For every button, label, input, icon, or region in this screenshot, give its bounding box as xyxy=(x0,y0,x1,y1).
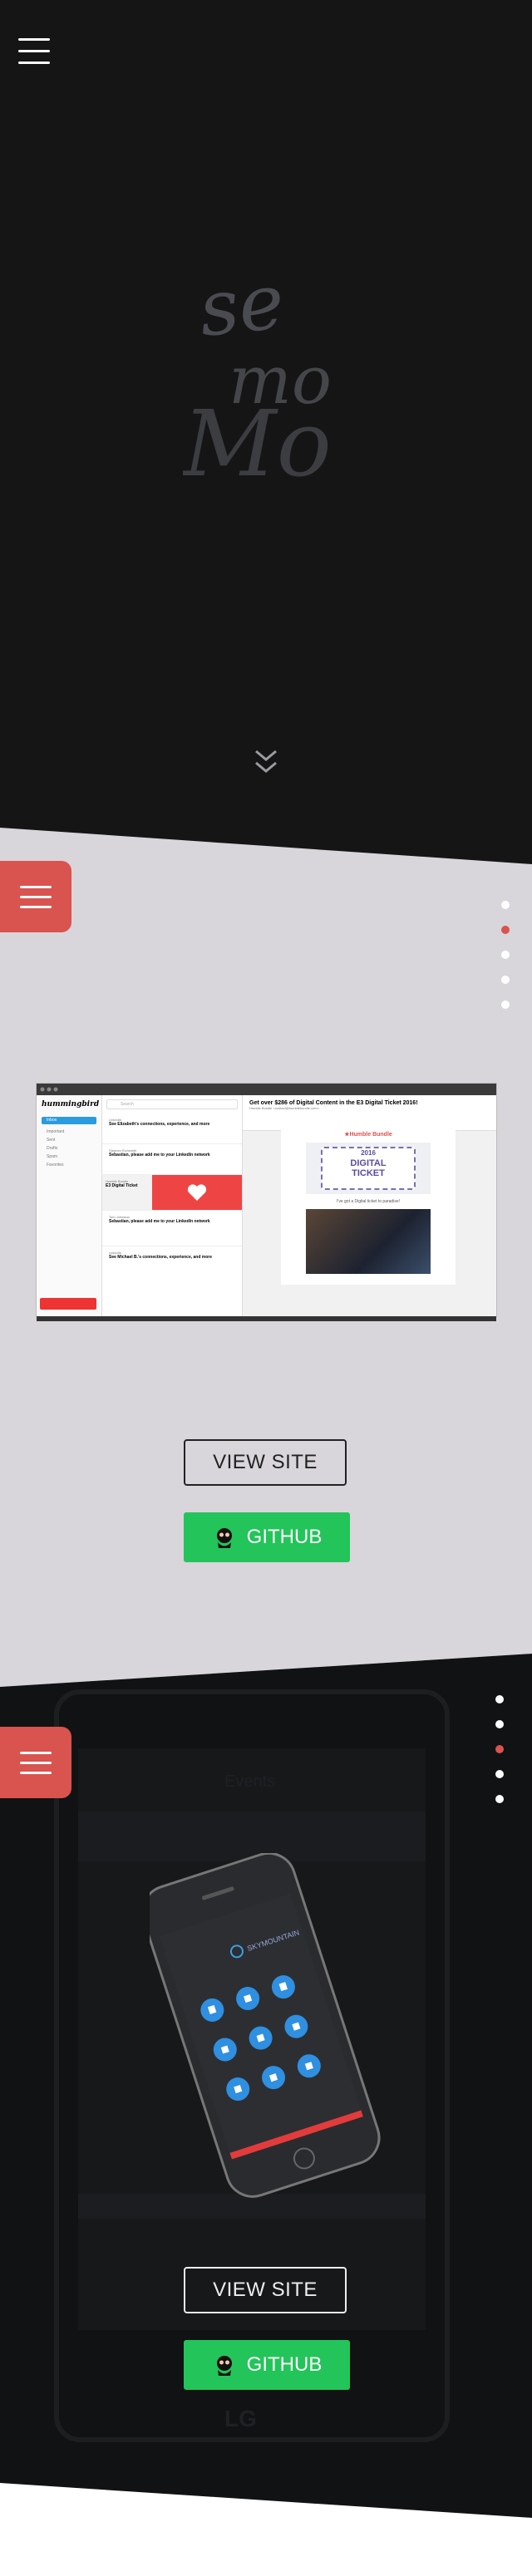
list-item[interactable]: LinkedIn See Elizabeth's connections, ex… xyxy=(102,1113,242,1144)
folder-spam[interactable]: Spam xyxy=(37,1153,101,1161)
folder-drafts[interactable]: Drafts xyxy=(37,1144,101,1153)
nav-dot-active[interactable] xyxy=(495,1745,504,1753)
list-item[interactable]: Stephen Eichsmith Sebastian, please add … xyxy=(102,1144,242,1175)
folder-sent[interactable]: Sent xyxy=(37,1136,101,1144)
favorite-swipe[interactable] xyxy=(152,1175,242,1210)
list-item-selected[interactable]: Humble Bundle E3 Digital Ticket xyxy=(102,1175,242,1211)
compose-button[interactable] xyxy=(40,1298,96,1310)
nav-dot[interactable] xyxy=(501,976,510,984)
folder-important[interactable]: Important xyxy=(37,1128,101,1136)
octocat-icon xyxy=(212,1525,237,1550)
github-button[interactable]: GITHUB xyxy=(184,2340,350,2390)
octocat-icon xyxy=(212,2352,237,2377)
folder-favorites[interactable]: Favorites xyxy=(37,1161,101,1169)
section-nav-dots xyxy=(501,901,511,1025)
view-site-button[interactable]: VIEW SITE xyxy=(184,1439,347,1486)
nav-dot[interactable] xyxy=(495,1720,504,1728)
github-button[interactable]: GITHUB xyxy=(184,1512,350,1562)
email-subject: Get over $286 of Digital Content in the … xyxy=(249,1100,418,1106)
bundle-title: ★Humble Bundle xyxy=(344,1132,392,1138)
email-caption: I've got a Digital ticket to paradise! xyxy=(337,1199,400,1204)
nav-dot[interactable] xyxy=(501,1000,510,1009)
reading-pane: Get over $286 of Digital Content in the … xyxy=(243,1095,496,1316)
nav-dot[interactable] xyxy=(495,1795,504,1803)
nav-dot-active[interactable] xyxy=(501,926,510,934)
inbox-folder[interactable]: Inbox xyxy=(42,1117,96,1124)
nav-dot[interactable] xyxy=(495,1695,504,1703)
nav-dot[interactable] xyxy=(495,1770,504,1778)
nav-dot[interactable] xyxy=(501,901,510,909)
app-sidebar: hummingbird Inbox Important Sent Drafts … xyxy=(37,1095,102,1316)
ticket-image: 2016 DIGITAL TICKET xyxy=(306,1143,431,1194)
email-list: Search LinkedIn See Elizabeth's connecti… xyxy=(102,1095,243,1316)
email-body: ★Humble Bundle 2016 DIGITAL TICKET I've … xyxy=(281,1127,456,1285)
svg-text:LG: LG xyxy=(224,2406,257,2431)
window-titlebar xyxy=(37,1084,496,1095)
github-label: GITHUB xyxy=(246,2353,323,2376)
email-from: Humble Bundle <contact@humblebundle.com> xyxy=(249,1106,319,1110)
hummingbird-screenshot: hummingbird Inbox Important Sent Drafts … xyxy=(37,1084,496,1321)
search-input[interactable]: Search xyxy=(106,1099,238,1109)
list-item[interactable]: LinkedIn See Michael B.'s connections, e… xyxy=(102,1246,242,1280)
menu-button[interactable] xyxy=(0,861,71,932)
github-label: GITHUB xyxy=(246,1526,323,1548)
section-nav-dots xyxy=(495,1695,505,1820)
heart-icon xyxy=(187,1184,207,1201)
app-brand: hummingbird xyxy=(42,1100,100,1109)
list-item[interactable]: Tom Johnston Sebastian, please add me to… xyxy=(102,1211,242,1246)
view-site-button[interactable]: VIEW SITE xyxy=(184,2267,347,2313)
skymountain-phone: SKYMOUNTAIN xyxy=(150,1853,381,2198)
nav-dot[interactable] xyxy=(501,951,510,959)
menu-button[interactable] xyxy=(0,1727,71,1798)
svg-text:Events: Events xyxy=(224,1772,275,1791)
game-artwork xyxy=(306,1209,431,1274)
